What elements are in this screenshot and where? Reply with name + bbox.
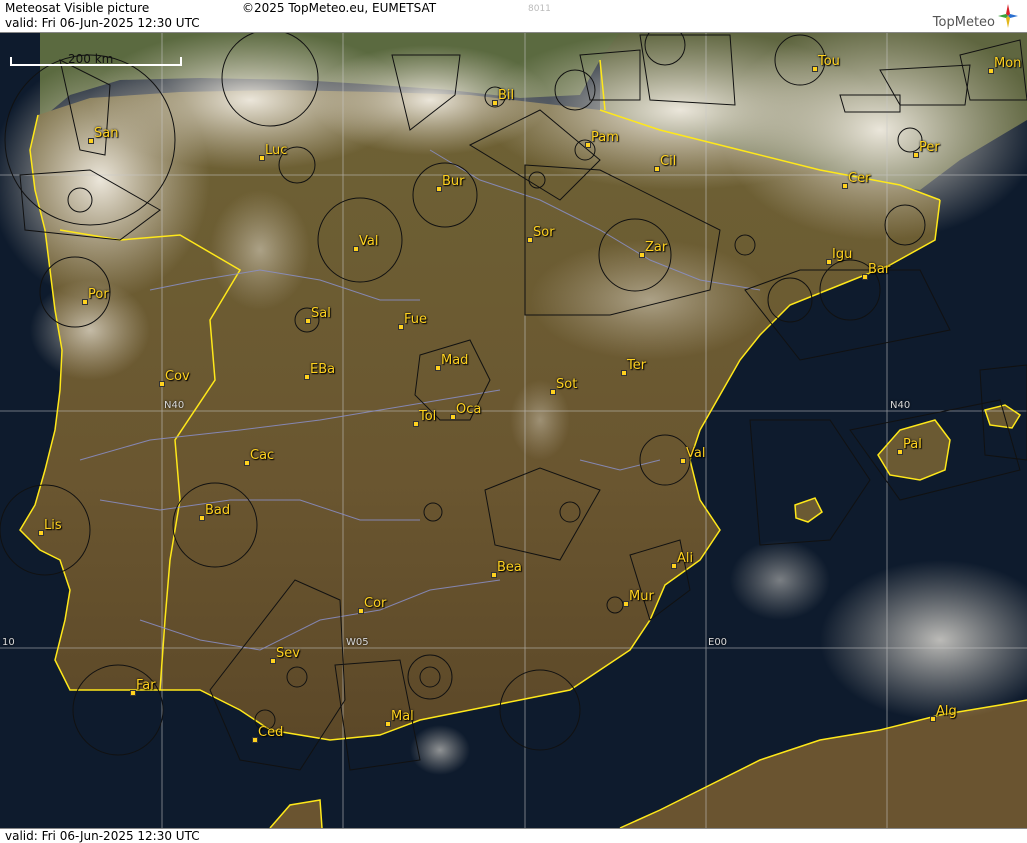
city-label: Bad [205,503,231,518]
city-label: Mal [391,709,414,724]
satellite-map [0,0,1027,843]
city-label: Val [359,234,379,249]
topmeteo-logo[interactable]: TopMeteo [911,2,1021,30]
grid-label-n40-right: N40 [890,400,911,411]
city-label: Bar [868,262,891,277]
city-label: Fue [404,312,428,327]
city-label: San [94,126,119,141]
city-label: Alg [936,704,957,719]
city-label: Per [919,140,940,155]
city-label: Sal [311,306,331,321]
grid-label-w05: W05 [346,637,369,648]
compass-star-icon [998,4,1018,28]
city-label: Bur [442,174,465,189]
city-label: Far [136,678,156,693]
grid-label-e00: E00 [708,637,728,648]
city-label: Bea [497,560,522,575]
city-label: Igu [832,247,853,262]
city-label: Cer [848,171,871,186]
valid-time-bottom: valid: Fri 06-Jun-2025 12:30 UTC [5,829,200,843]
city-label: Pal [903,437,922,452]
grid-label-n40-left: N40 [164,400,185,411]
grid-label-w10: 10 [2,637,15,648]
city-label: Sor [533,225,555,240]
city-label: Mon [994,56,1022,71]
city-label: Sot [556,377,578,392]
copyright-text: ©2025 TopMeteo.eu, EUMETSAT [242,1,437,15]
city-label: Ter [627,358,647,373]
city-label: Mur [629,589,654,604]
city-label: EBa [310,362,336,377]
logo-text: TopMeteo [932,15,995,30]
product-title: Meteosat Visible picture [5,1,150,15]
city-label: Tol [419,409,437,424]
city-label: Cor [364,596,387,611]
city-label: Val [686,446,706,461]
city-label: Sev [276,646,300,661]
scale-label: 200 km [68,52,114,66]
city-label: Tou [818,54,840,69]
city-label: Mad [441,353,469,368]
valid-time-top: valid: Fri 06-Jun-2025 12:30 UTC [5,16,200,30]
footer-bar: valid: Fri 06-Jun-2025 12:30 UTC [0,828,1027,843]
header-bar: Meteosat Visible picture ©2025 TopMeteo.… [0,0,1027,33]
city-label: Oca [456,402,482,417]
city-label: Lis [44,518,62,533]
city-label: Bil [498,88,515,103]
city-label: Cov [165,369,190,384]
map-frame: Meteosat Visible picture ©2025 TopMeteo.… [0,0,1027,843]
city-label: Por [88,287,109,302]
city-label: Cil [660,154,677,169]
city-label: Ali [677,551,694,566]
city-label: Zar [645,240,668,255]
scale-bar: 200 km [10,52,182,68]
product-code: 8011 [528,4,551,14]
city-label: Luc [265,143,288,158]
city-label: Cac [250,448,275,463]
city-label: Ced [258,725,284,740]
city-label: Pam [591,130,619,145]
